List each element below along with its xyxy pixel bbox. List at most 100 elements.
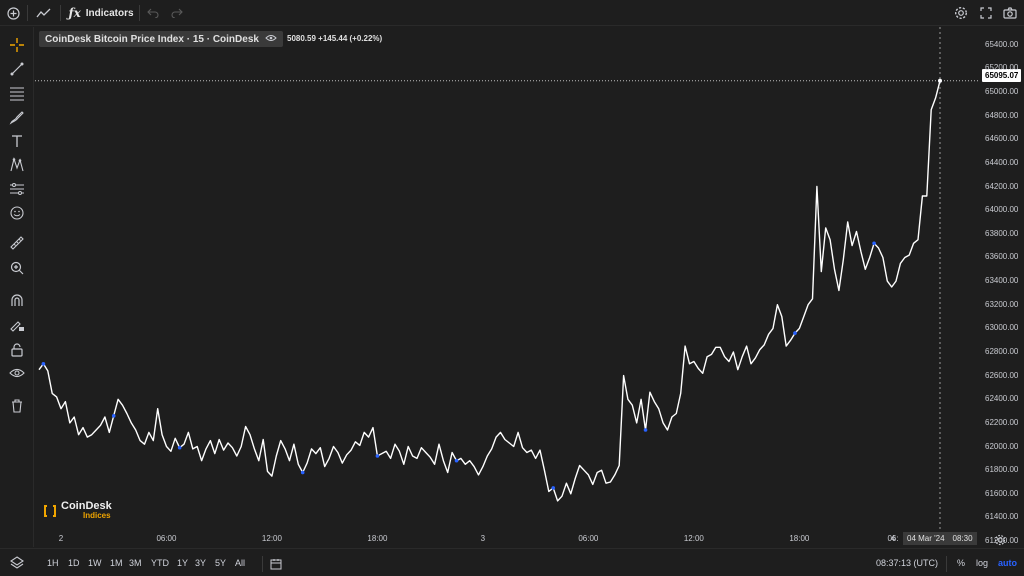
trend-line-icon[interactable] — [5, 58, 29, 80]
brush-icon[interactable] — [5, 106, 29, 128]
session-marker[interactable] — [41, 362, 46, 366]
settings-icon[interactable] — [950, 0, 972, 26]
price-tick-label: 61800.00 — [985, 465, 1019, 475]
session-marker[interactable] — [454, 458, 459, 463]
top-toolbar: ƒx Indicators — [0, 0, 1024, 26]
toolbar-divider — [27, 5, 28, 21]
price-tick-label: 63000.00 — [985, 323, 1019, 333]
coindesk-logo-icon — [44, 505, 56, 517]
auto-toggle[interactable]: auto — [998, 558, 1017, 568]
drawing-toolbar — [0, 27, 34, 547]
trash-icon[interactable] — [5, 395, 29, 417]
time-tick-label: 18:00 — [789, 534, 810, 543]
time-tick-label: 12:00 — [683, 534, 704, 543]
range-button-1m[interactable]: 1M — [110, 558, 123, 568]
pattern-icon[interactable] — [5, 154, 29, 176]
layers-icon[interactable] — [10, 556, 24, 575]
toolbar-divider — [139, 5, 140, 21]
session-marker[interactable] — [111, 414, 116, 418]
percent-toggle[interactable]: % — [957, 558, 965, 568]
camera-icon[interactable] — [999, 0, 1021, 26]
legend-values: 5080.59 +145.44 (+0.22%) — [287, 34, 383, 43]
toolbar-divider — [60, 5, 61, 21]
crosshair-date: 04 Mar '24 — [907, 534, 945, 543]
crosshair-icon[interactable] — [5, 34, 29, 56]
time-tick-label: 06: — [887, 534, 899, 543]
price-tick-label: 64800.00 — [985, 110, 1019, 120]
range-button-1h[interactable]: 1H — [47, 558, 59, 568]
price-tick-label: 65200.00 — [985, 63, 1019, 73]
price-tick-label: 64600.00 — [985, 134, 1019, 144]
session-marker[interactable] — [793, 331, 797, 335]
price-tick-label: 64000.00 — [985, 205, 1019, 215]
session-marker[interactable] — [872, 241, 876, 246]
symbol-legend[interactable]: CoinDesk Bitcoin Price Index · 15 · Coin… — [39, 31, 283, 47]
price-tick-label: 61600.00 — [985, 488, 1019, 498]
utc-clock[interactable]: 08:37:13 (UTC) — [876, 558, 938, 568]
log-toggle[interactable]: log — [976, 558, 988, 568]
chart-area[interactable]: CoinDesk Bitcoin Price Index · 15 · Coin… — [35, 27, 980, 547]
fullscreen-icon[interactable] — [975, 0, 997, 26]
indicators-label: Indicators — [85, 7, 134, 19]
redo-icon[interactable] — [168, 0, 186, 26]
emoji-icon[interactable] — [5, 202, 29, 224]
eye-icon[interactable] — [5, 362, 29, 384]
date-range-icon[interactable] — [270, 557, 282, 575]
price-tick-label: 64200.00 — [985, 181, 1019, 191]
visibility-eye-icon[interactable] — [265, 34, 277, 45]
time-tick-label: 06:00 — [156, 534, 177, 543]
session-marker[interactable] — [551, 486, 556, 490]
price-tick-label: 62400.00 — [985, 394, 1019, 404]
session-marker[interactable] — [375, 454, 380, 458]
text-icon[interactable] — [5, 130, 29, 152]
price-tick-label: 62800.00 — [985, 347, 1019, 356]
price-tick-label: 65400.00 — [985, 39, 1019, 49]
session-marker[interactable] — [300, 470, 305, 475]
last-point-marker — [938, 78, 942, 83]
zoom-in-icon[interactable] — [5, 257, 29, 279]
range-button-3y[interactable]: 3Y — [195, 558, 206, 568]
lock-draw-icon[interactable] — [5, 314, 29, 336]
range-button-all[interactable]: All — [235, 558, 245, 568]
price-tick-label: 63600.00 — [985, 252, 1019, 262]
price-tick-label: 62200.00 — [985, 417, 1019, 427]
session-marker[interactable] — [177, 445, 182, 450]
indicators-button[interactable]: ƒx Indicators — [66, 0, 136, 26]
logo-sub: Indices — [83, 511, 111, 520]
session-marker[interactable] — [643, 428, 648, 432]
ruler-icon[interactable] — [5, 232, 29, 254]
crosshair-time: 08:30 — [952, 534, 973, 543]
range-button-1w[interactable]: 1W — [88, 558, 102, 568]
price-axis[interactable]: 65095.07 65400.00 65200.00 65000.00 64800.0… — [980, 27, 1024, 547]
logo-brand: CoinDesk — [61, 500, 112, 512]
function-icon: ƒx — [68, 6, 81, 20]
time-tick-label: 18:00 — [367, 534, 388, 543]
range-button-3m[interactable]: 3M — [129, 558, 142, 568]
coindesk-logo: CoinDesk Indices — [43, 501, 112, 521]
time-tick-label: 06:00 — [578, 534, 599, 543]
magnet-icon[interactable] — [5, 289, 29, 311]
time-tick-label: 12:00 — [261, 534, 282, 543]
range-button-ytd[interactable]: YTD — [151, 558, 169, 568]
range-button-5y[interactable]: 5Y — [215, 558, 226, 568]
time-axis[interactable]: 04 Mar '24 08:30 2 06:00 12:00 18:00 3 06:00 1… — [35, 530, 980, 548]
time-tick-label: 2 — [58, 534, 64, 543]
price-tick-label: 61400.00 — [985, 512, 1019, 522]
crosshair-date-tag: 04 Mar '24 08:30 — [903, 532, 977, 545]
price-tick-label: 63800.00 — [985, 228, 1019, 238]
undo-icon[interactable] — [144, 0, 162, 26]
prediction-icon[interactable] — [5, 178, 29, 200]
price-line-series[interactable] — [38, 80, 941, 502]
price-tick-label: 62000.00 — [985, 441, 1019, 451]
price-tick-label: 64400.00 — [985, 157, 1019, 167]
range-button-1d[interactable]: 1D — [68, 558, 80, 568]
range-button-1y[interactable]: 1Y — [177, 558, 188, 568]
chart-type-icon[interactable] — [32, 0, 56, 26]
bottom-toolbar: 1H 1D 1W 1M 3M YTD 1Y 3Y 5Y All 08:37:13 (UTC) % … — [0, 548, 1024, 576]
price-tick-label: 62600.00 — [985, 370, 1019, 380]
fib-icon[interactable] — [5, 82, 29, 104]
lock-icon[interactable] — [5, 339, 29, 361]
add-symbol-icon[interactable] — [2, 0, 24, 26]
symbol-title: CoinDesk Bitcoin Price Index · 15 · Coin… — [45, 33, 259, 45]
price-chart[interactable] — [35, 27, 980, 547]
